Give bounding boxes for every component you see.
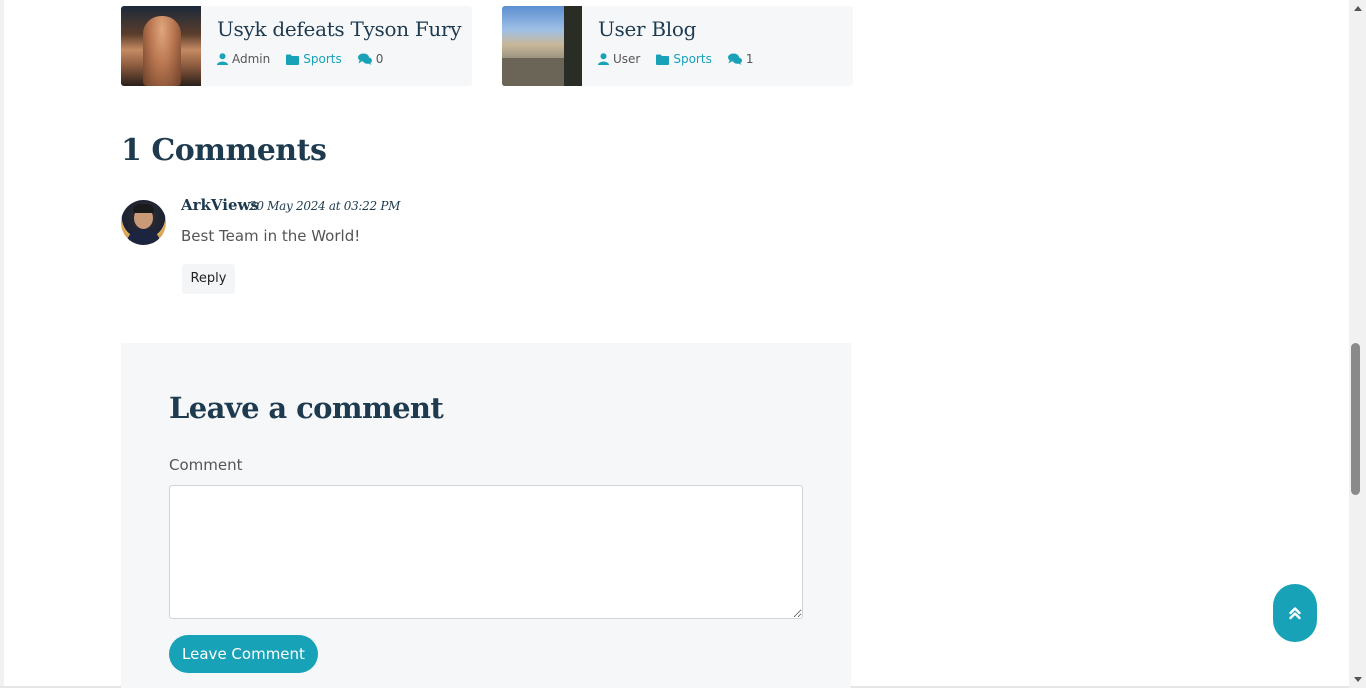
- scrollbar-thumb[interactable]: [1351, 343, 1360, 495]
- scroll-up-arrow[interactable]: [1349, 0, 1366, 17]
- post-comment-count-value: 1: [745, 52, 754, 66]
- comment-date: 20 May 2024 at 03:22 PM: [249, 199, 401, 213]
- comments-icon: [357, 53, 372, 65]
- landscape-ground: [502, 58, 564, 86]
- post-comment-count-value: 0: [375, 52, 384, 66]
- user-icon: [217, 53, 228, 65]
- post-comment-count: 1: [727, 52, 754, 66]
- post-category-link[interactable]: Sports: [303, 52, 341, 66]
- double-chevron-up-icon: [1289, 607, 1301, 620]
- leave-comment-button[interactable]: Leave Comment: [169, 635, 318, 673]
- comment-field-label: Comment: [169, 456, 243, 474]
- back-to-top-button[interactable]: [1273, 584, 1317, 642]
- comments-heading: 1 Comments: [121, 133, 327, 168]
- comments-icon: [727, 53, 742, 65]
- scroll-down-arrow[interactable]: [1349, 671, 1366, 688]
- comment-textarea[interactable]: [169, 485, 803, 619]
- post-author-name: Admin: [232, 52, 271, 66]
- comment-author: ArkViews: [181, 196, 259, 214]
- user-icon: [598, 53, 609, 65]
- avatar-body: [127, 229, 160, 245]
- leave-comment-form: Leave a comment Comment Leave Comment: [121, 343, 851, 688]
- post-author-name: User: [613, 52, 641, 66]
- related-post-meta: User Sports 1: [598, 52, 769, 66]
- window-left-edge: [0, 0, 4, 688]
- related-post-thumbnail[interactable]: [502, 6, 582, 86]
- comment-text: Best Team in the World!: [181, 227, 361, 245]
- boxer-figure: [143, 16, 181, 86]
- post-category[interactable]: Sports: [286, 52, 342, 66]
- avatar-hair: [133, 204, 154, 213]
- post-author: Admin: [217, 52, 270, 66]
- related-post-card[interactable]: User Blog User Sports 1: [502, 6, 853, 86]
- vertical-scrollbar[interactable]: [1349, 0, 1366, 688]
- post-author: User: [598, 52, 640, 66]
- post-comment-count: 0: [357, 52, 384, 66]
- post-category[interactable]: Sports: [656, 52, 712, 66]
- folder-icon: [286, 54, 300, 65]
- landscape-tree: [564, 6, 582, 86]
- reply-button[interactable]: Reply: [182, 264, 235, 294]
- triangle-up-icon: [1353, 6, 1362, 11]
- related-post-meta: Admin Sports 0: [217, 52, 399, 66]
- avatar: [121, 200, 166, 245]
- related-post-thumbnail[interactable]: [121, 6, 201, 86]
- post-category-link[interactable]: Sports: [673, 52, 711, 66]
- related-post-title[interactable]: Usyk defeats Tyson Fury: [217, 17, 462, 41]
- triangle-down-icon: [1353, 677, 1362, 682]
- folder-icon: [656, 54, 670, 65]
- related-post-card[interactable]: Usyk defeats Tyson Fury Admin Sports 0: [121, 6, 472, 86]
- leave-comment-heading: Leave a comment: [169, 391, 444, 425]
- related-post-title[interactable]: User Blog: [598, 17, 696, 41]
